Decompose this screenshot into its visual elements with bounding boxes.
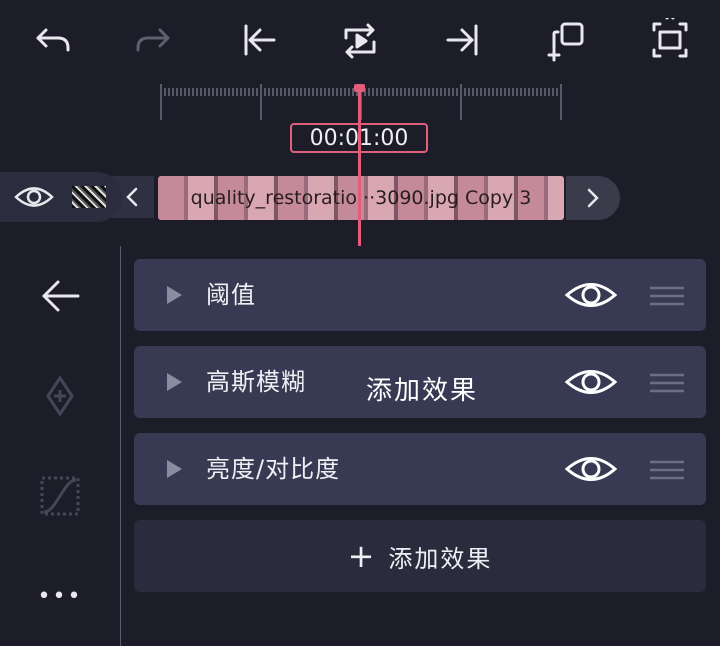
- add-effect-button[interactable]: + 添加效果: [134, 520, 706, 592]
- eye-icon[interactable]: [14, 182, 54, 212]
- eye-icon[interactable]: [564, 451, 618, 487]
- drag-handle-icon[interactable]: [650, 372, 684, 394]
- expand-triangle-icon[interactable]: [164, 285, 184, 305]
- add-effect-label: 添加效果: [388, 544, 493, 573]
- video-clip[interactable]: quality_restoratio···3090.jpg Copy 3: [158, 176, 564, 220]
- jump-to-end-button[interactable]: [436, 14, 492, 66]
- loop-play-button[interactable]: [332, 14, 388, 66]
- fullscreen-button[interactable]: [642, 14, 698, 66]
- more-icon[interactable]: •••: [36, 572, 84, 620]
- scroll-right-button[interactable]: [566, 176, 620, 220]
- plus-icon: +: [347, 537, 375, 575]
- sidebar-divider: [120, 246, 121, 646]
- effect-row-threshold[interactable]: 阈值: [134, 259, 706, 331]
- keyframe-diamond-icon: [46, 375, 74, 417]
- back-button[interactable]: [36, 272, 84, 320]
- chevron-right-icon: [587, 188, 599, 208]
- eye-icon[interactable]: [564, 364, 618, 400]
- top-toolbar: [0, 0, 720, 82]
- add-effect-tooltip: 添加效果: [366, 376, 479, 406]
- undo-button[interactable]: [24, 14, 80, 66]
- chevron-left-icon: [126, 187, 138, 207]
- undo-icon: [36, 28, 70, 52]
- drag-handle-icon[interactable]: [650, 285, 684, 307]
- redo-icon: [136, 28, 170, 52]
- effect-name: 高斯模糊: [206, 368, 306, 396]
- effect-name: 阈值: [206, 281, 256, 309]
- keyframe-button[interactable]: [36, 372, 84, 420]
- playhead[interactable]: [358, 86, 361, 246]
- jump-to-start-button[interactable]: [230, 14, 286, 66]
- expand-triangle-icon[interactable]: [164, 459, 184, 479]
- back-arrow-icon: [42, 280, 80, 312]
- jump-to-end-icon: [446, 24, 478, 56]
- track-header: [0, 172, 122, 222]
- expand-triangle-icon[interactable]: [164, 372, 184, 392]
- redo-button[interactable]: [126, 14, 182, 66]
- effect-name: 亮度/对比度: [206, 455, 341, 483]
- duplicate-icon: [547, 22, 584, 62]
- curve-icon: [40, 476, 80, 516]
- eye-icon[interactable]: [564, 277, 618, 313]
- effect-row-brightness-contrast[interactable]: 亮度/对比度: [134, 433, 706, 505]
- fullscreen-icon: [652, 18, 688, 58]
- jump-to-start-icon: [244, 24, 276, 56]
- track-thumbnail: [72, 186, 106, 208]
- curve-button[interactable]: [36, 472, 84, 520]
- loop-play-icon: [344, 23, 376, 59]
- duplicate-button[interactable]: [540, 14, 596, 66]
- drag-handle-icon[interactable]: [650, 459, 684, 481]
